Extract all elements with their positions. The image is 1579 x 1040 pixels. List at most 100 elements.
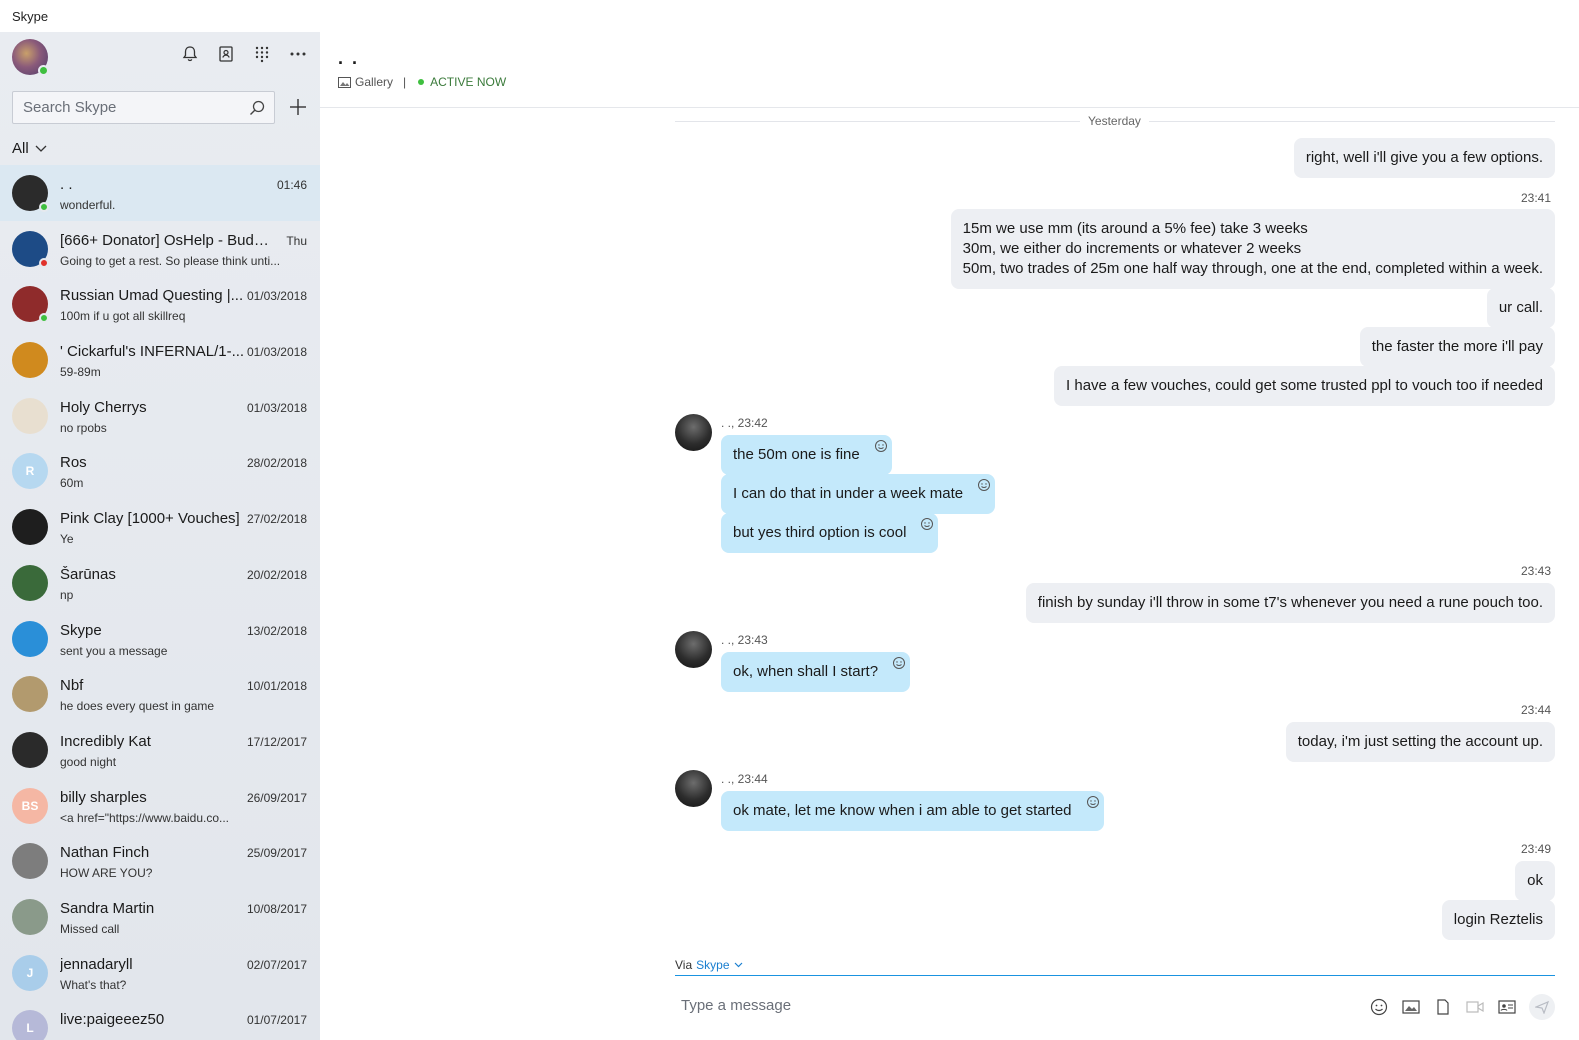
file-icon[interactable] xyxy=(1433,997,1453,1017)
search-input[interactable] xyxy=(13,92,233,123)
conversation-preview: sent you a message xyxy=(60,643,168,658)
outgoing-message[interactable]: today, i'm just setting the account up. xyxy=(1285,722,1555,762)
sender-avatar[interactable] xyxy=(675,414,712,451)
conversation-item[interactable]: Skype 13/02/2018 sent you a message xyxy=(0,611,320,667)
search-icon[interactable] xyxy=(248,99,266,117)
chevron-down-icon xyxy=(35,145,47,152)
avatar-initials: J xyxy=(26,965,34,980)
message-line: 15m we use mm (its around a 5% fee) take… xyxy=(962,220,1308,237)
reaction-smiley-icon[interactable] xyxy=(874,439,888,453)
conversation-item[interactable]: Nathan Finch 25/09/2017 HOW ARE YOU? xyxy=(0,833,320,889)
avatar xyxy=(12,397,48,434)
conversation-item[interactable]: Incredibly Kat 17/12/2017 good night xyxy=(0,722,320,778)
emoji-icon[interactable] xyxy=(1369,997,1389,1017)
conversation-item[interactable]: Pink Clay [1000+ Vouches] 27/02/2018 Ye xyxy=(0,499,320,555)
conversation-item[interactable]: R Ros 28/02/2018 60m xyxy=(0,443,320,499)
outgoing-message[interactable]: right, well i'll give you a few options. xyxy=(1293,138,1555,178)
avatar: R xyxy=(12,453,48,490)
avatar: BS xyxy=(12,787,48,824)
incoming-message[interactable]: I can do that in under a week mate xyxy=(721,474,996,514)
conversation-item[interactable]: Llive:paigeeez50 01/07/2017 xyxy=(0,1000,320,1040)
avatar xyxy=(12,342,48,379)
sender-avatar[interactable] xyxy=(675,770,712,807)
conversation-item[interactable]: Jjennadaryll 02/07/2017 What's that? xyxy=(0,945,320,1001)
via-service[interactable]: Skype xyxy=(696,958,729,972)
conversation-preview: Missed call xyxy=(60,921,120,936)
compose-bar xyxy=(675,987,1555,1023)
my-avatar[interactable] xyxy=(12,39,49,76)
compose-actions xyxy=(1369,994,1555,1020)
conversation-preview: 100m if u got all skillreq xyxy=(60,309,186,324)
incoming-message[interactable]: ok, when shall I start? xyxy=(721,652,911,692)
conversation-filter[interactable]: All xyxy=(12,140,47,157)
outgoing-message[interactable]: I have a few vouches, could get some tru… xyxy=(1054,366,1555,406)
conversation-name: billy sharples xyxy=(60,788,147,806)
conversation-item[interactable]: Sandra Martin 10/08/2017 Missed call xyxy=(0,889,320,945)
send-icon[interactable] xyxy=(1529,994,1555,1020)
conversation-item[interactable]: Nbf 10/01/2018 he does every quest in game xyxy=(0,666,320,722)
image-icon[interactable] xyxy=(1401,997,1421,1017)
conversation-item[interactable]: BS billy sharples 26/09/2017 <a href="https… xyxy=(0,778,320,834)
message-timestamp: 23:44 xyxy=(1520,703,1551,717)
avatar-initials: BS xyxy=(21,798,39,813)
incoming-message[interactable]: the 50m one is fine xyxy=(721,435,892,475)
search-box xyxy=(12,91,275,124)
outgoing-message[interactable]: ok xyxy=(1515,861,1555,901)
presence-indicator xyxy=(39,313,49,324)
incoming-message[interactable]: but yes third option is cool xyxy=(721,513,939,553)
gallery-label: Gallery xyxy=(355,75,394,89)
more-options-icon[interactable] xyxy=(288,44,308,64)
outgoing-message[interactable]: the faster the more i'll pay xyxy=(1359,327,1555,367)
avatar xyxy=(12,564,48,601)
notifications-icon[interactable] xyxy=(180,44,200,64)
contacts-icon[interactable] xyxy=(216,44,236,64)
reaction-smiley-icon[interactable] xyxy=(920,517,934,531)
outgoing-message[interactable]: login Reztelis xyxy=(1441,900,1555,940)
conversation-time: 13/02/2018 xyxy=(246,623,307,638)
message-text: ok, when shall I start? xyxy=(733,663,879,680)
reaction-smiley-icon[interactable] xyxy=(1086,795,1100,809)
reaction-smiley-icon[interactable] xyxy=(977,478,991,492)
outgoing-message[interactable]: ur call. xyxy=(1486,288,1555,328)
conversation-time: 01/03/2018 xyxy=(246,289,307,304)
gallery-icon xyxy=(338,76,351,88)
window-title: Skype xyxy=(0,0,1579,32)
dialpad-icon[interactable] xyxy=(252,44,272,64)
presence-indicator xyxy=(39,257,49,268)
message-timestamp: 23:41 xyxy=(1520,191,1551,205)
sender-meta: . ., 23:44 xyxy=(721,772,768,786)
conversation-time: 27/02/2018 xyxy=(246,512,307,527)
conversation-preview: good night xyxy=(60,754,117,769)
conversation-time: 01/03/2018 xyxy=(246,345,307,360)
outgoing-message[interactable]: 15m we use mm (its around a 5% fee) take… xyxy=(950,209,1555,289)
chat-title[interactable]: . . xyxy=(338,48,359,69)
new-chat-plus-icon[interactable] xyxy=(287,96,309,118)
sender-avatar[interactable] xyxy=(675,631,712,668)
active-status-dot xyxy=(418,79,425,85)
conversation-item[interactable]: Šarūnas 20/02/2018 np xyxy=(0,555,320,611)
conversation-item[interactable]: ' Cickarful's INFERNAL/1-... 01/03/2018 59… xyxy=(0,332,320,388)
conversation-item[interactable]: . . 01:46 wonderful. xyxy=(0,165,320,221)
reaction-smiley-icon[interactable] xyxy=(892,656,906,670)
day-divider: Yesterday xyxy=(675,114,1555,128)
incoming-message[interactable]: ok mate, let me know when i am able to g… xyxy=(721,791,1104,831)
sidebar: All . . 01:46 wonderful. [666+ Donator] OsH… xyxy=(0,32,320,1040)
chevron-down-icon[interactable] xyxy=(734,962,743,968)
conversation-preview: Going to get a rest. So please think unt… xyxy=(60,253,281,268)
chat-subheader: Gallery | ACTIVE NOW xyxy=(338,75,506,89)
conversation-item[interactable]: Russian Umad Questing |... 01/03/2018 100m… xyxy=(0,276,320,332)
outgoing-message[interactable]: finish by sunday i'll throw in some t7's… xyxy=(1025,583,1555,623)
conversation-item[interactable]: [666+ Donator] OsHelp - Budd... Thu Going … xyxy=(0,221,320,277)
contact-card-icon[interactable] xyxy=(1497,997,1517,1017)
via-selector: Via Skype xyxy=(675,958,743,972)
conversation-preview: <a href="https://www.baidu.co... xyxy=(60,810,230,825)
conversation-item[interactable]: Holy Cherrys 01/03/2018 no rpobs xyxy=(0,388,320,444)
message-input[interactable] xyxy=(675,987,1325,1023)
gallery-link[interactable]: Gallery xyxy=(338,75,393,89)
conversation-preview: 59-89m xyxy=(60,365,101,380)
message-text: the 50m one is fine xyxy=(733,446,860,463)
video-message-icon[interactable] xyxy=(1465,997,1485,1017)
avatar xyxy=(12,230,49,268)
conversation-time: 01/07/2017 xyxy=(246,1013,307,1028)
conversation-preview: 60m xyxy=(60,476,84,491)
